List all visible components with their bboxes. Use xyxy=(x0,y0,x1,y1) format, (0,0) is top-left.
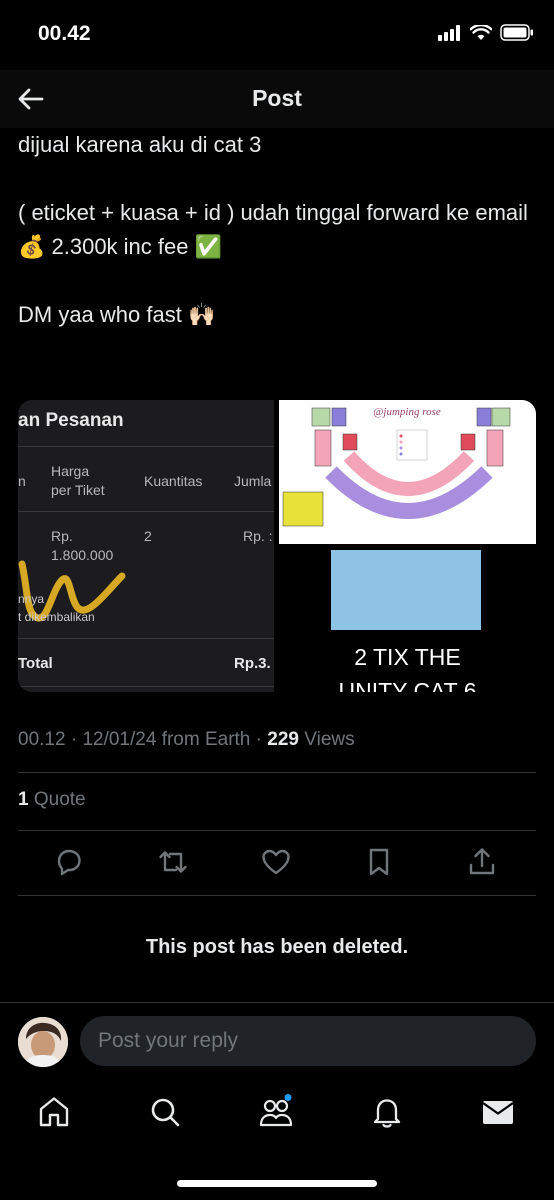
media-caption-line: UNITY CAT 6 xyxy=(338,678,477,692)
home-icon xyxy=(39,1097,69,1127)
share-button[interactable] xyxy=(466,846,498,878)
seat-map-title: @jumping rose xyxy=(373,406,441,418)
media-image-receipt[interactable]: an Pesanan n Harga per Tiket Kuantitas J… xyxy=(18,400,274,692)
post-media: an Pesanan n Harga per Tiket Kuantitas J… xyxy=(18,400,536,692)
post-source: from Earth xyxy=(161,729,251,750)
receipt-total-label: Total xyxy=(18,655,53,672)
receipt-col: Harga per Tiket xyxy=(51,463,105,498)
views-label: Views xyxy=(304,729,355,750)
status-time: 00.42 xyxy=(38,22,91,45)
bookmark-button[interactable] xyxy=(363,846,395,878)
tab-notifications[interactable] xyxy=(369,1094,405,1130)
notifications-icon xyxy=(373,1099,401,1128)
search-icon xyxy=(151,1098,180,1127)
divider xyxy=(18,830,536,831)
avatar[interactable] xyxy=(18,1017,68,1067)
quotes-link[interactable]: 1 Quote xyxy=(18,789,86,811)
receipt-note: nnya xyxy=(18,592,45,606)
messages-icon xyxy=(482,1101,514,1124)
ticket-image-placeholder xyxy=(331,550,481,630)
receipt-total-value: Rp.3. xyxy=(234,655,271,672)
status-bar: 00.42 xyxy=(0,0,554,70)
quote-count: 1 xyxy=(18,789,29,810)
battery-icon xyxy=(500,24,533,41)
receipt-col: Kuantitas xyxy=(144,473,203,489)
reply-input[interactable] xyxy=(80,1016,536,1066)
reply-button[interactable] xyxy=(53,846,85,878)
bookmark-icon xyxy=(369,848,389,876)
post-text: dijual karena aku di cat 3 ( eticket + k… xyxy=(18,128,538,332)
like-button[interactable] xyxy=(260,846,292,878)
post-line: ( eticket + kuasa + id ) udah tinggal fo… xyxy=(18,200,528,225)
tab-home[interactable] xyxy=(36,1094,72,1130)
receipt-col: n xyxy=(18,473,26,489)
like-icon xyxy=(262,849,290,875)
receipt-cell: 2 xyxy=(144,528,152,544)
signal-icon xyxy=(438,24,460,41)
tab-communities[interactable] xyxy=(258,1094,294,1130)
tab-search[interactable] xyxy=(147,1094,183,1130)
repost-icon xyxy=(159,851,187,873)
tab-messages[interactable] xyxy=(480,1094,516,1130)
receipt-note: t dikembalikan xyxy=(18,610,95,624)
reply-icon xyxy=(57,849,81,876)
views-count: 229 xyxy=(267,729,299,750)
receipt-header: an Pesanan xyxy=(18,410,124,431)
post-line: dijual karena aku di cat 3 xyxy=(18,132,262,157)
communities-icon xyxy=(259,1094,293,1127)
deleted-notice: This post has been deleted. xyxy=(145,936,409,958)
post-time: 00.12 xyxy=(18,729,66,750)
seat-map: @jumping rose xyxy=(279,400,536,544)
media-image-seatmap[interactable]: @jumping rose 2 TIX THE UNITY CAT 6 xyxy=(279,400,536,692)
wifi-icon xyxy=(470,24,492,40)
post-line: DM yaa who fast 🙌🏻 xyxy=(18,302,216,327)
quote-label: Quote xyxy=(33,789,86,810)
receipt-col: Jumla xyxy=(234,473,272,489)
top-nav: Post xyxy=(0,70,554,128)
avatar-image xyxy=(18,1017,68,1067)
status-icons xyxy=(438,24,534,41)
post-date: 12/01/24 xyxy=(82,729,157,750)
repost-button[interactable] xyxy=(157,846,189,878)
page-title: Post xyxy=(252,85,302,111)
reply-bar xyxy=(0,1002,554,1080)
post-meta: 00.12 · 12/01/24 from Earth · 229 Views xyxy=(18,729,355,750)
seat-map-graphic: @jumping rose xyxy=(282,406,511,527)
divider xyxy=(18,895,536,896)
action-bar xyxy=(0,846,554,880)
divider xyxy=(18,772,536,773)
post-line: 💰 2.300k inc fee ✅ xyxy=(18,234,222,259)
share-icon xyxy=(469,848,495,875)
media-caption-line: 2 TIX THE xyxy=(354,644,461,670)
home-indicator xyxy=(177,1180,377,1187)
receipt-cell: Rp. : xyxy=(243,528,273,544)
